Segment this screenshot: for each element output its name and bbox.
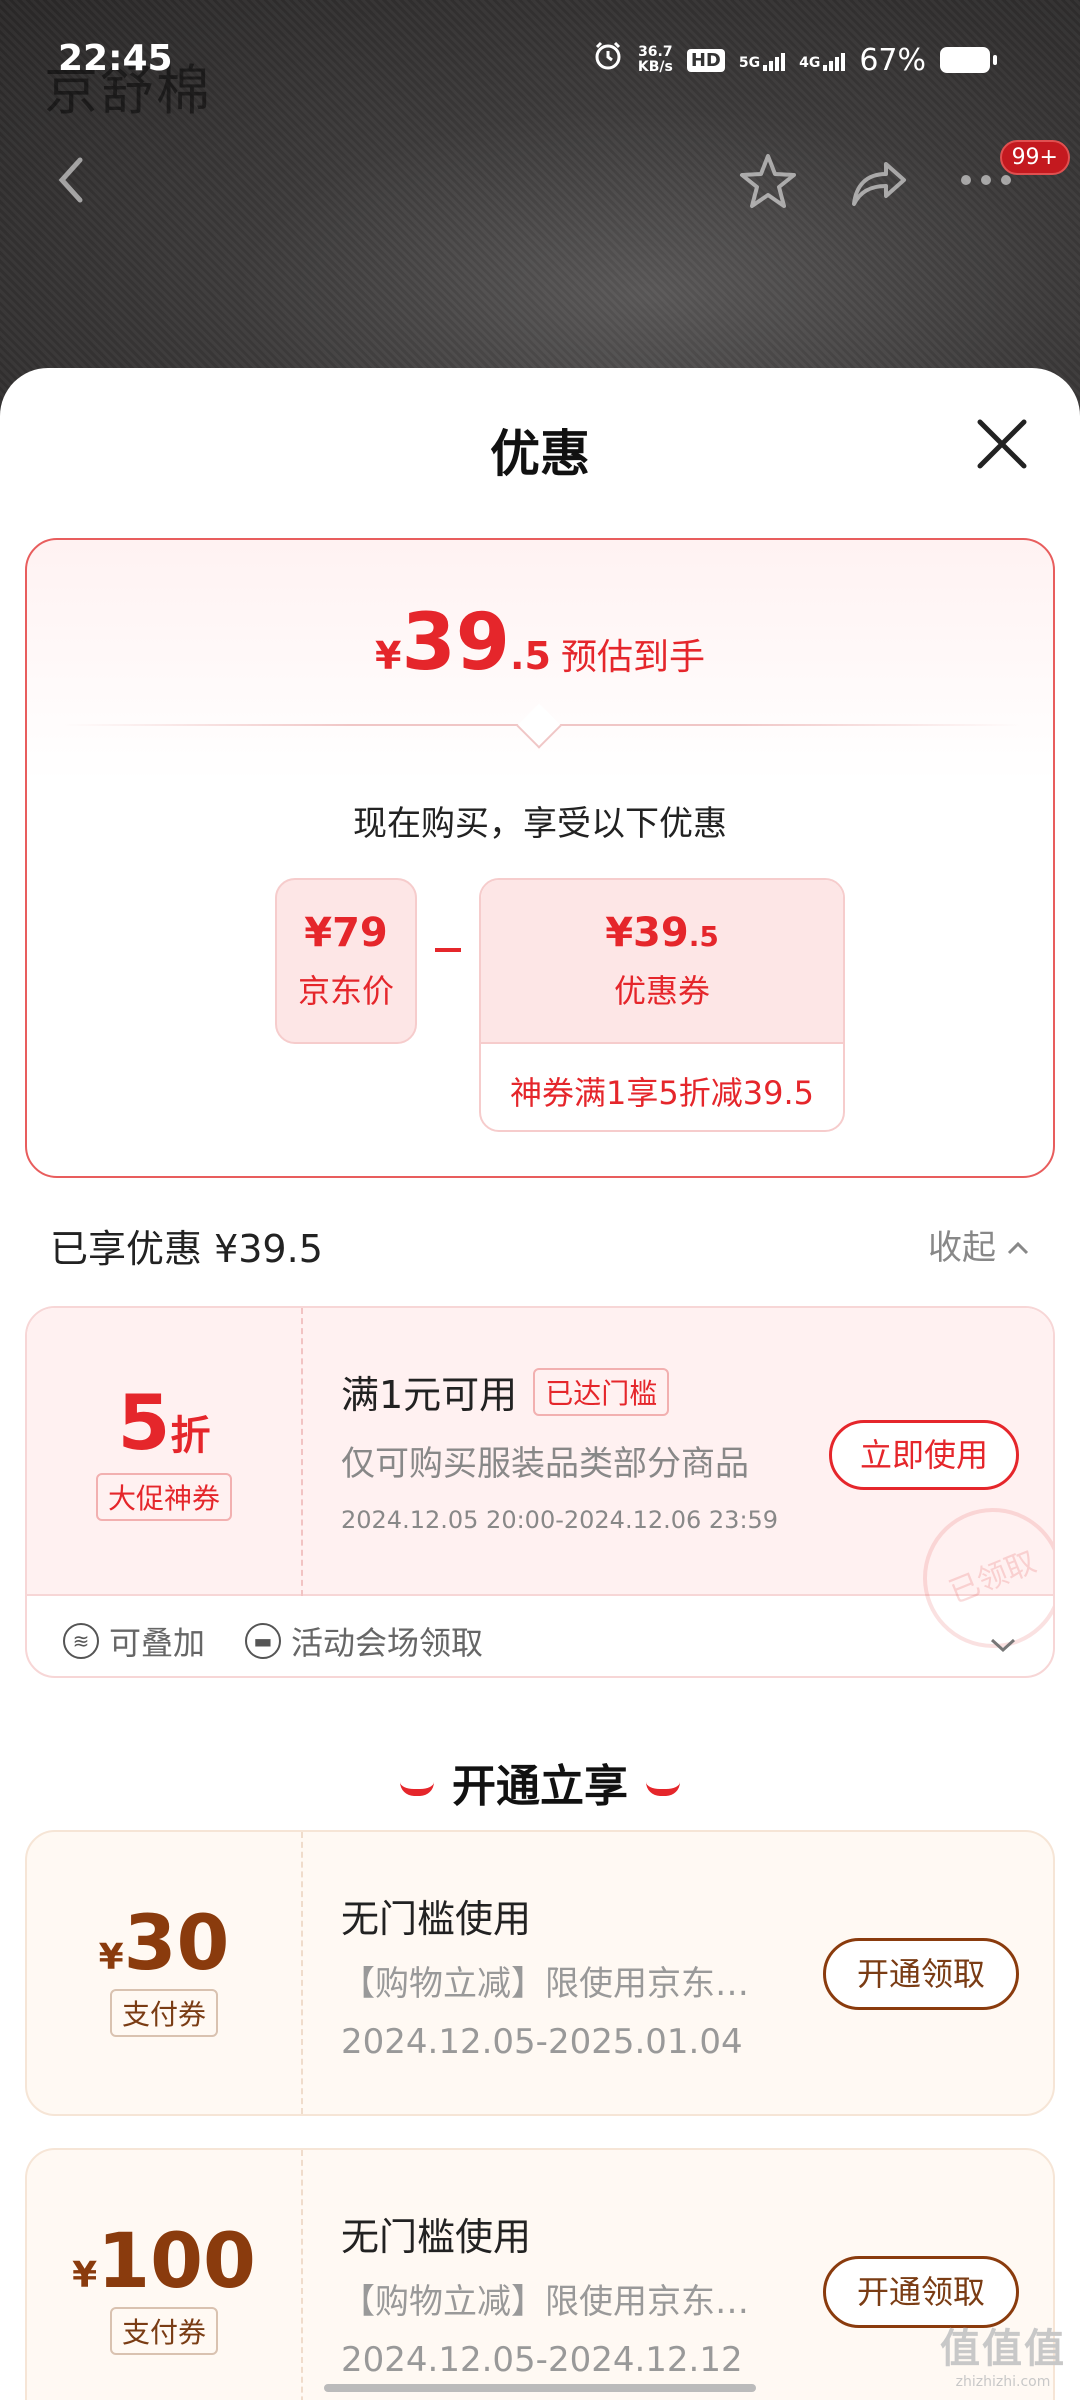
divider-notch (516, 703, 562, 749)
coupon-amount-block: ¥100 支付券 (27, 2150, 301, 2400)
chevron-down-icon[interactable] (989, 1624, 1017, 1662)
discount-sheet: 优惠 ¥39.5 预估到手 现在购买，享受以下优惠 ¥79 京东价 ¥39.5 优… (0, 368, 1080, 2400)
coupon-desc: 【购物立减】限使用京东… (341, 1964, 749, 2004)
coupon-card-gold: ¥30 支付券 无门槛使用 【购物立减】限使用京东… 2024.12.05-20… (25, 1830, 1055, 2116)
star-icon[interactable] (736, 150, 800, 218)
ticket-icon: ▬ (245, 1623, 281, 1659)
battery-percent: 67% (859, 42, 926, 78)
smile-decoration-icon (400, 1782, 434, 1796)
activate-claim-button[interactable]: 开通领取 (823, 1938, 1019, 2010)
coupon-date: 2024.12.05 20:00-2024.12.06 23:59 (341, 1506, 779, 1534)
alarm-icon (592, 40, 624, 80)
coupon-card-gold: ¥100 支付券 无门槛使用 【购物立减】限使用京东… 2024.12.05-2… (25, 2148, 1055, 2400)
coupon-date: 2024.12.05-2025.01.04 (341, 2022, 743, 2062)
battery-icon (940, 47, 997, 73)
jd-price-box: ¥79 京东价 (275, 878, 417, 1044)
section-title: 开通立享 (0, 1750, 1080, 1814)
estimated-price: ¥39.5 预估到手 (375, 598, 705, 688)
coupon-detail: 神券满1享5折减39.5 (510, 1074, 814, 1112)
threshold-tag: 已达门槛 (533, 1367, 670, 1416)
coupon-type-tag: 支付券 (109, 1989, 218, 2037)
coupon-title: 无门槛使用 (341, 1897, 532, 1941)
collapse-button[interactable]: 收起 (928, 1220, 1030, 1269)
smile-decoration-icon (646, 1782, 680, 1796)
back-icon[interactable] (50, 150, 90, 214)
minus-sign (435, 948, 461, 952)
signal-4g: 4G (799, 49, 846, 71)
sheet-title: 优惠 (490, 425, 590, 483)
signal-5g: 5G (739, 49, 786, 71)
coupon-desc: 仅可购买服装品类部分商品 (341, 1444, 749, 1484)
status-indicators: 36.7 KB/s HD 5G 4G 67% (592, 40, 997, 80)
coupon-price-box: ¥39.5 优惠券 神券满1享5折减39.5 (479, 878, 845, 1132)
stack-icon: ≋ (63, 1623, 99, 1659)
net-speed: 36.7 KB/s (637, 44, 673, 75)
coupon-type-tag: 大促神券 (95, 1473, 232, 1521)
coupon-title: 满1元可用 已达门槛 (341, 1364, 670, 1419)
status-bar: 京舒棉 22:45 36.7 KB/s HD 5G 4G 67% (0, 0, 1080, 122)
home-indicator[interactable] (324, 2384, 756, 2392)
use-now-button[interactable]: 立即使用 (829, 1420, 1019, 1490)
status-time: 22:45 (58, 38, 173, 79)
chevron-up-icon (1006, 1225, 1030, 1265)
coupon-footer: ≋ 可叠加 ▬ 活动会场领取 (27, 1598, 1053, 1676)
hd-icon: HD (686, 48, 725, 72)
coupon-discount-block: 5折 大促神券 (27, 1308, 301, 1596)
top-nav (0, 140, 1080, 230)
watermark: 值值值 zhizhizhi.com (940, 2326, 1066, 2390)
close-icon[interactable] (974, 416, 1030, 472)
coupon-desc: 【购物立减】限使用京东… (341, 2282, 749, 2322)
coupon-date: 2024.12.05-2024.12.12 (341, 2340, 743, 2380)
summary-subhead: 现在购买，享受以下优惠 (353, 804, 727, 844)
coupon-amount-block: ¥30 支付券 (27, 1832, 301, 2114)
coupon-type-tag: 支付券 (109, 2307, 218, 2355)
enjoyed-discount: 已享优惠 ¥39.5 (50, 1227, 323, 1271)
message-count-badge: 99+ (999, 140, 1070, 175)
coupon-title: 无门槛使用 (341, 2215, 532, 2259)
coupon-card-red: 5折 大促神券 满1元可用 已达门槛 仅可购买服装品类部分商品 2024.12.… (25, 1306, 1055, 1678)
price-summary-card: ¥39.5 预估到手 现在购买，享受以下优惠 ¥79 京东价 ¥39.5 优惠券 … (25, 538, 1055, 1178)
share-icon[interactable] (846, 150, 910, 218)
